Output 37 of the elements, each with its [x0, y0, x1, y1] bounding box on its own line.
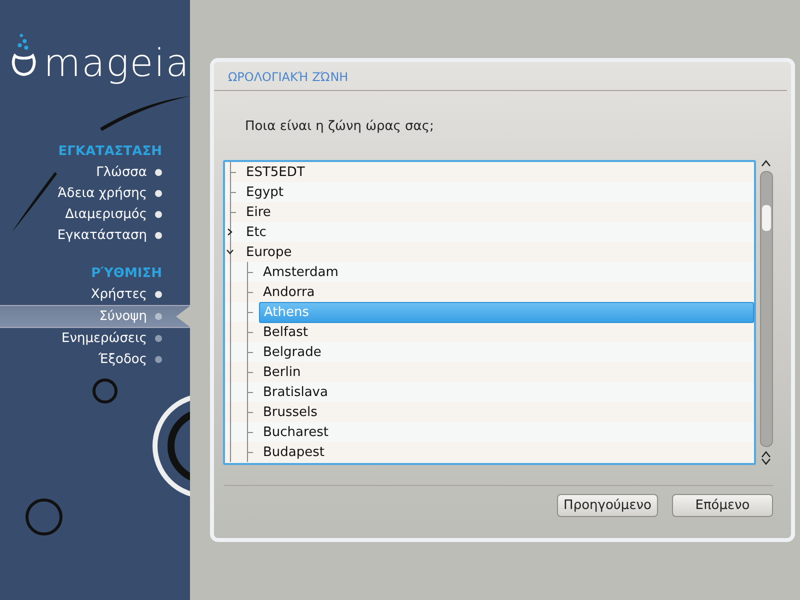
- question-text: Ποια είναι η ζώνη ώρας σας;: [245, 119, 435, 134]
- tree-item[interactable]: Budapest: [259, 444, 328, 460]
- chevron-down-icon[interactable]: [226, 248, 234, 256]
- step-label: Άδεια χρήσης: [58, 186, 147, 201]
- tree-item[interactable]: Etc: [242, 224, 270, 240]
- step-label: Έξοδος: [98, 352, 147, 367]
- tree-item[interactable]: Eire: [242, 204, 275, 220]
- pointer-icon: [176, 306, 190, 327]
- tree-item[interactable]: Berlin: [259, 364, 305, 380]
- tree-item[interactable]: Brussels: [259, 404, 322, 420]
- panel-title: ΩΡΟΛΟΓΙΑΚΉ ΖΏΝΗ: [214, 62, 787, 91]
- step-label: Διαμερισμός: [65, 207, 147, 222]
- tree-item[interactable]: Belgrade: [259, 344, 326, 360]
- section-heading: ΕΓΚΑΤΑΣΤΑΣΗ: [57, 144, 163, 159]
- step-label: Γλώσσα: [96, 165, 147, 180]
- logo-text: mageia: [44, 44, 190, 82]
- scrollbar-thumb[interactable]: [762, 205, 770, 231]
- step-label: Ενημερώσεις: [62, 331, 147, 346]
- step-label: Χρήστες: [90, 287, 147, 302]
- scroll-up-icon[interactable]: [761, 451, 771, 458]
- tree-item[interactable]: Bucharest: [259, 424, 332, 440]
- tree-item[interactable]: Bratislava: [259, 384, 332, 400]
- step-label: Σύνοψη: [99, 309, 147, 324]
- chevron-right-icon[interactable]: [226, 228, 234, 236]
- step-label: Εγκατάσταση: [57, 228, 147, 243]
- tree-item[interactable]: Europe: [242, 244, 296, 260]
- tree-item[interactable]: EST5EDT: [242, 164, 309, 180]
- section-heading: ΡΎΘΜΙΣΗ: [90, 266, 163, 281]
- tree-item[interactable]: Andorra: [259, 284, 319, 300]
- tree-item[interactable]: Belfast: [259, 324, 312, 340]
- nav-button[interactable]: Επόμενο: [672, 494, 773, 517]
- tree-item[interactable]: Amsterdam: [259, 264, 342, 280]
- scroll-up-icon[interactable]: [761, 160, 771, 167]
- nav-button[interactable]: Προηγούμενο: [557, 494, 658, 517]
- scrollbar-track[interactable]: [760, 171, 772, 447]
- tree-item[interactable]: Egypt: [242, 184, 288, 200]
- scroll-down-icon[interactable]: [761, 458, 771, 465]
